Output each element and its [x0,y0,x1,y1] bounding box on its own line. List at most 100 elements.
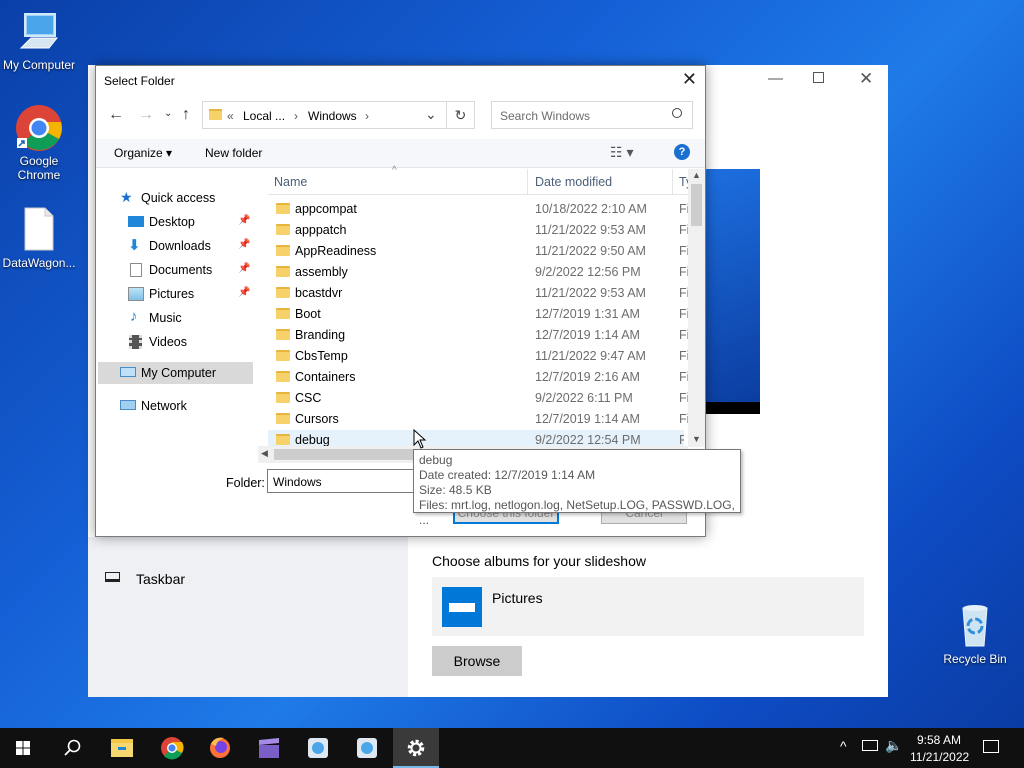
desktop-icon-my-computer[interactable]: My Computer [0,8,78,72]
folder-row[interactable]: assembly 9/2/2022 12:56 PM Fi [268,262,689,283]
refresh-button[interactable]: ↻ [447,101,475,129]
column-divider[interactable] [527,169,528,195]
vertical-scroll-thumb[interactable] [691,184,702,226]
address-bar[interactable]: « Local ... › Windows › ⌄ [202,101,447,129]
folder-date: 10/18/2022 2:10 AM [535,202,647,216]
address-part[interactable]: Windows [308,109,357,123]
column-name[interactable]: Name [274,175,307,189]
settings-nav-pane [88,537,408,697]
folder-name: apppatch [295,223,347,237]
address-dropdown-icon[interactable]: ⌄ [425,106,437,123]
nav-desktop[interactable]: Desktop 📌 [96,211,256,233]
dialog-title: Select Folder [104,74,175,88]
search-button[interactable] [49,728,95,768]
nav-pictures[interactable]: Pictures 📌 [96,283,256,305]
search-input[interactable]: Search Windows [500,109,590,123]
folder-row[interactable]: Containers 12/7/2019 2:16 AM Fi [268,367,689,388]
maximize-icon[interactable] [813,72,824,83]
folder-name: CbsTemp [295,349,348,363]
volume-icon[interactable]: 🔈 [885,737,902,754]
nav-documents[interactable]: Documents 📌 [96,259,256,281]
nav-label: Quick access [141,191,216,205]
music-icon: ♪ [130,308,138,325]
file-explorer-button[interactable] [99,728,145,768]
folder-row[interactable]: Cursors 12/7/2019 1:14 AM Fi [268,409,689,430]
gear-icon [407,739,425,757]
folder-date: 12/7/2019 2:16 AM [535,370,640,384]
folder-input-value: Windows [273,475,322,489]
tooltip-files: Files: mrt.log, netlogon.log, NetSetup.L… [419,498,735,527]
organize-button[interactable]: Organize ▾ [114,146,172,160]
nav-label: Network [141,399,187,413]
folder-row[interactable]: Branding 12/7/2019 1:14 AM Fi [268,325,689,346]
folder-icon [276,350,290,361]
desktop-icon-google-chrome[interactable]: Google Chrome [0,104,78,182]
folder-row[interactable]: debug 9/2/2022 12:54 PM Fi [268,430,684,446]
dialog-close-icon[interactable]: ✕ [682,69,697,90]
computer-icon [120,367,136,377]
desktop-icon-label: Google Chrome [17,154,61,182]
videos-icon [129,335,142,349]
nav-downloads[interactable]: ⬇ Downloads 📌 [96,235,256,257]
folder-row[interactable]: AppReadiness 11/21/2022 9:50 AM Fi [268,241,689,262]
new-folder-button[interactable]: New folder [205,146,262,160]
firefox-taskbar-button[interactable] [197,728,243,768]
navigation-pane: ★ Quick access Desktop 📌 ⬇ Downloads 📌 D… [96,169,268,459]
nav-music[interactable]: ♪ Music [96,307,256,329]
address-part[interactable]: Local ... [243,109,285,123]
folder-row[interactable]: appcompat 10/18/2022 2:10 AM Fi [268,199,689,220]
sort-up-icon: ^ [392,165,397,176]
horizontal-scroll-thumb[interactable] [274,449,424,460]
folder-row[interactable]: CbsTemp 11/21/2022 9:47 AM Fi [268,346,689,367]
file-list-header: ^ Name Date modified Ty [268,165,692,195]
taskbar: ^ 🔈 9:58 AM 11/21/2022 [0,728,1024,768]
start-button[interactable] [0,728,46,768]
app-button-1[interactable] [295,728,341,768]
column-date-modified[interactable]: Date modified [535,175,612,189]
settings-nav-taskbar[interactable]: Taskbar [136,571,185,587]
clock-time[interactable]: 9:58 AM [917,733,961,747]
up-arrow-icon[interactable]: ↑ [182,106,190,124]
folder-icon [276,329,290,340]
scroll-left-icon[interactable]: ◀ [261,448,268,459]
pin-icon: 📌 [238,215,251,226]
folder-row[interactable]: bcastdvr 11/21/2022 9:53 AM Fi [268,283,689,304]
app-button-2[interactable] [344,728,390,768]
folder-row[interactable]: apppatch 11/21/2022 9:53 AM Fi [268,220,689,241]
media-app-button[interactable] [246,728,292,768]
folder-date: 11/21/2022 9:53 AM [535,223,646,237]
nav-network[interactable]: Network [96,395,256,417]
folder-date: 12/7/2019 1:31 AM [535,307,640,321]
folder-name: assembly [295,265,348,279]
browse-button[interactable]: Browse [432,646,522,676]
desktop-icon-datawagon[interactable]: DataWagon... [0,206,78,270]
notification-icon[interactable] [983,740,999,753]
nav-quick-access[interactable]: ★ Quick access [96,187,256,209]
network-tray-icon[interactable] [862,740,878,751]
scroll-up-icon[interactable]: ▲ [692,170,701,180]
help-icon[interactable]: ? [674,144,690,160]
folder-row[interactable]: CSC 9/2/2022 6:11 PM Fi [268,388,689,409]
show-hidden-icons-icon[interactable]: ^ [840,738,847,754]
refresh-icon: ↻ [454,107,467,123]
column-divider[interactable] [672,169,673,195]
minimize-icon[interactable]: — [768,70,783,87]
nav-videos[interactable]: Videos [96,331,256,353]
forward-arrow-icon[interactable]: → [138,106,154,124]
address-overflow[interactable]: « [227,109,234,123]
clock-date[interactable]: 11/21/2022 [910,750,969,764]
search-box[interactable]: Search Windows [491,101,693,129]
close-icon[interactable]: ✕ [859,69,873,89]
scroll-down-icon[interactable]: ▼ [692,434,701,444]
desktop-icon-recycle-bin[interactable]: Recycle Bin [936,602,1014,666]
folder-name: debug [295,433,330,446]
nav-label: Documents [149,263,213,277]
back-arrow-icon[interactable]: ← [108,106,124,124]
recent-chevron-icon[interactable]: ⌄ [164,108,172,119]
settings-taskbar-button[interactable] [393,728,439,768]
nav-my-computer[interactable]: My Computer [98,362,253,384]
chrome-taskbar-button[interactable] [149,728,195,768]
view-options-icon[interactable]: ☷ ▾ [610,144,633,161]
album-card[interactable] [432,577,864,636]
folder-row[interactable]: Boot 12/7/2019 1:31 AM Fi [268,304,689,325]
